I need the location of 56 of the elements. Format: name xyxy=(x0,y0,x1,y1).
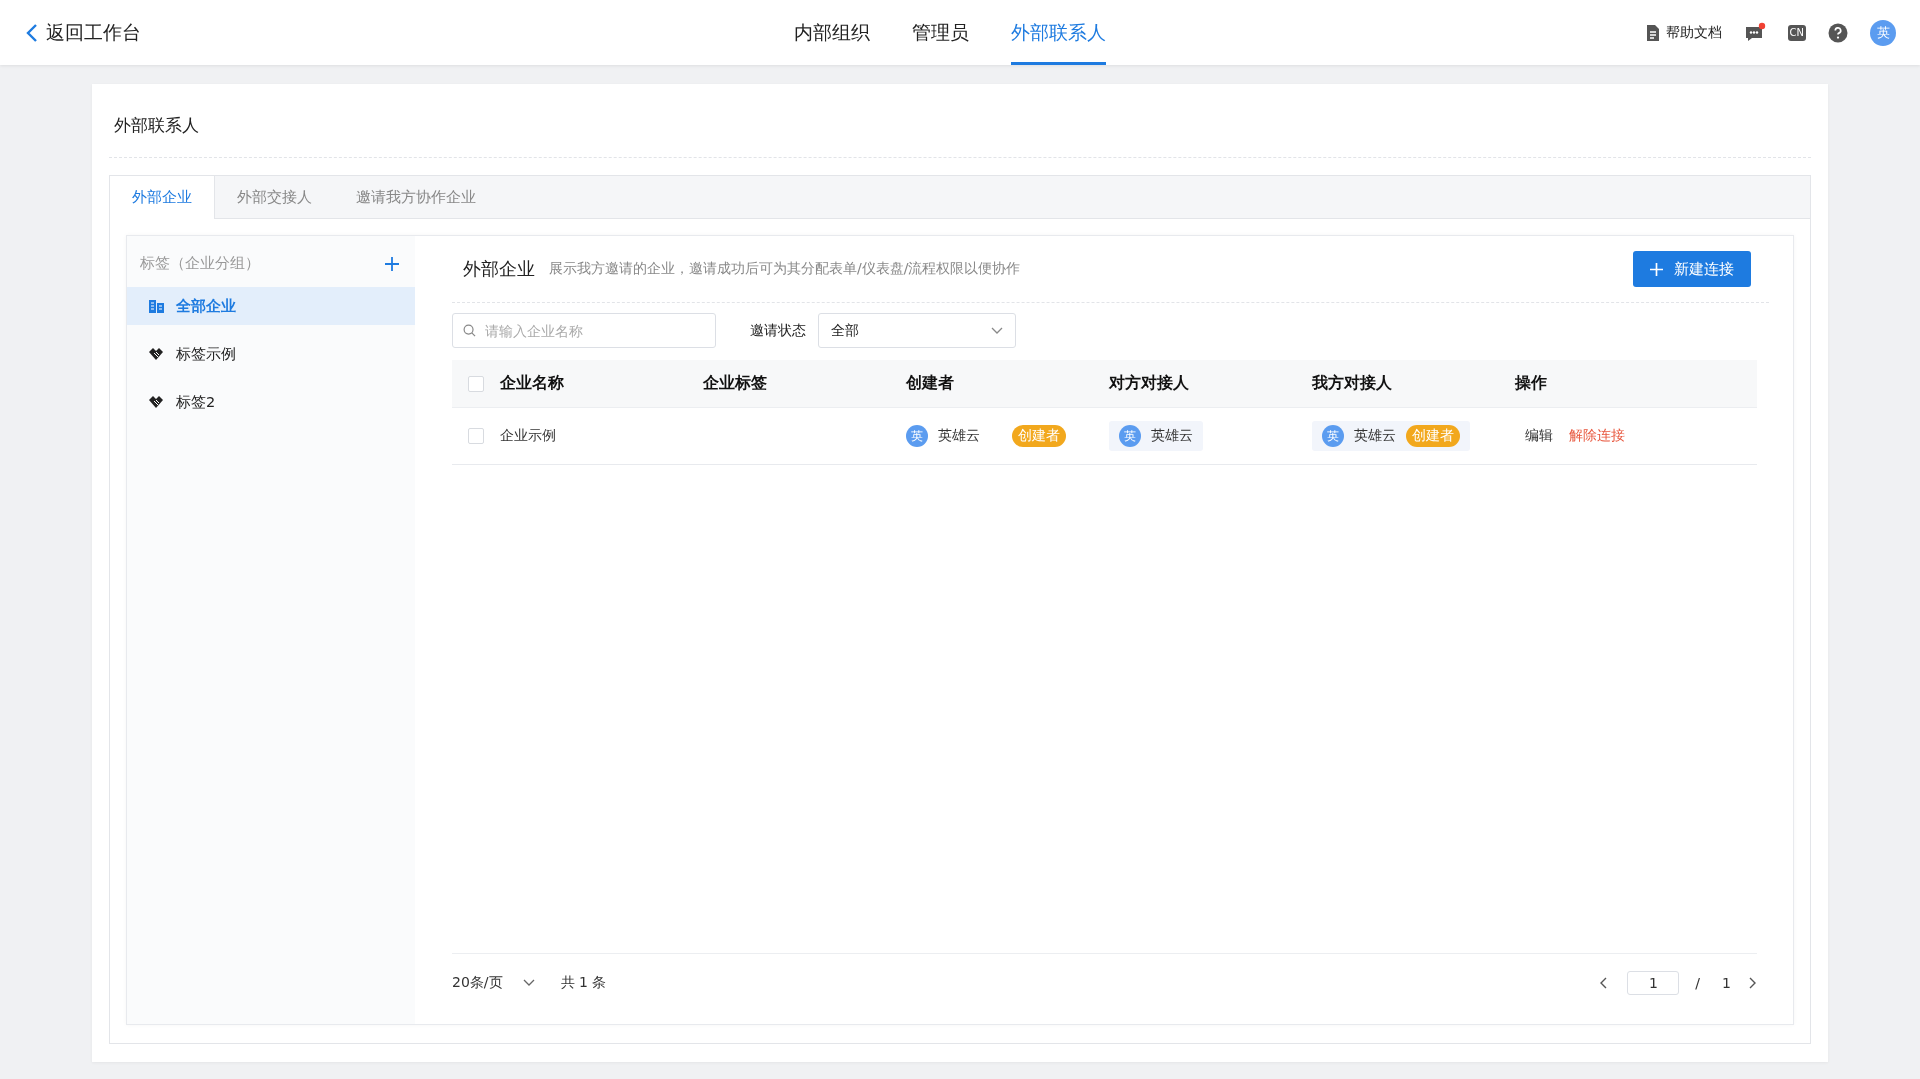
page-separator: / xyxy=(1695,975,1701,991)
search-field[interactable]: 请输入企业名称 xyxy=(452,313,716,348)
nav-tab[interactable]: 管理员 xyxy=(912,0,969,65)
add-icon[interactable] xyxy=(385,256,399,271)
edit-link[interactable]: 编辑 xyxy=(1525,427,1553,445)
column-header: 企业标签 xyxy=(703,373,767,394)
section-title: 外部企业 xyxy=(463,257,535,281)
column-header: 创建者 xyxy=(906,373,954,394)
disconnect-link[interactable]: 解除连接 xyxy=(1569,427,1625,445)
user-avatar: 英 xyxy=(1322,425,1344,447)
back-link[interactable]: 返回工作台 xyxy=(26,19,141,46)
nav-tab[interactable]: 外部联系人 xyxy=(1011,0,1106,65)
section-description: 展示我方邀请的企业，邀请成功后可为其分配表单/仪表盘/流程权限以便协作 xyxy=(549,260,1021,278)
building-icon xyxy=(149,299,164,313)
person-name: 英雄云 xyxy=(1354,427,1396,445)
sidebar-item[interactable]: 标签2 xyxy=(127,383,415,421)
total-count: 共 1 条 xyxy=(560,974,607,992)
plus-icon xyxy=(1650,262,1663,276)
status-select[interactable]: 全部 xyxy=(818,313,1016,348)
table-cell: 企业示例 xyxy=(500,427,556,445)
tag-icon xyxy=(149,395,164,409)
user-avatar: 英 xyxy=(1119,425,1141,447)
sidebar-title: 标签（企业分组） xyxy=(140,254,260,273)
sidebar-item[interactable]: 全部企业 xyxy=(127,287,415,325)
chevron-down-icon xyxy=(522,979,535,987)
column-header: 对方对接人 xyxy=(1109,373,1189,394)
language-button[interactable]: CN xyxy=(1787,24,1806,41)
help-icon[interactable] xyxy=(1828,22,1848,43)
document-icon xyxy=(1645,23,1660,42)
tab[interactable]: 外部企业 xyxy=(110,176,215,219)
back-chevron-icon xyxy=(26,22,38,43)
nav-tab[interactable]: 内部组织 xyxy=(794,0,870,65)
user-avatar: 英 xyxy=(906,425,928,447)
new-connection-button[interactable]: 新建连接 xyxy=(1633,251,1751,287)
column-header: 企业名称 xyxy=(500,373,564,394)
column-header: 我方对接人 xyxy=(1312,373,1392,394)
chevron-down-icon xyxy=(991,326,1003,335)
row-checkbox[interactable] xyxy=(468,428,484,444)
sidebar-item[interactable]: 标签示例 xyxy=(127,335,415,373)
person-name: 英雄云 xyxy=(1151,427,1193,445)
help-docs-link[interactable]: 帮助文档 xyxy=(1645,23,1722,42)
search-icon xyxy=(463,324,476,337)
column-header: 操作 xyxy=(1515,373,1547,394)
page-size-select[interactable]: 20条/页 xyxy=(452,974,535,992)
creator-badge: 创建者 xyxy=(1012,425,1066,447)
previous-page-icon[interactable] xyxy=(1599,977,1608,989)
creator-badge: 创建者 xyxy=(1406,425,1460,447)
tag-icon xyxy=(149,347,164,361)
next-page-icon[interactable] xyxy=(1749,977,1757,989)
page-title: 外部联系人 xyxy=(109,84,1811,158)
page-input[interactable]: 1 xyxy=(1627,971,1680,995)
total-pages: 1 xyxy=(1722,975,1731,991)
message-icon[interactable] xyxy=(1743,21,1766,44)
select-all-checkbox[interactable] xyxy=(468,375,484,392)
filter-label: 邀请状态 xyxy=(750,321,806,340)
person-name: 英雄云 xyxy=(938,427,980,445)
